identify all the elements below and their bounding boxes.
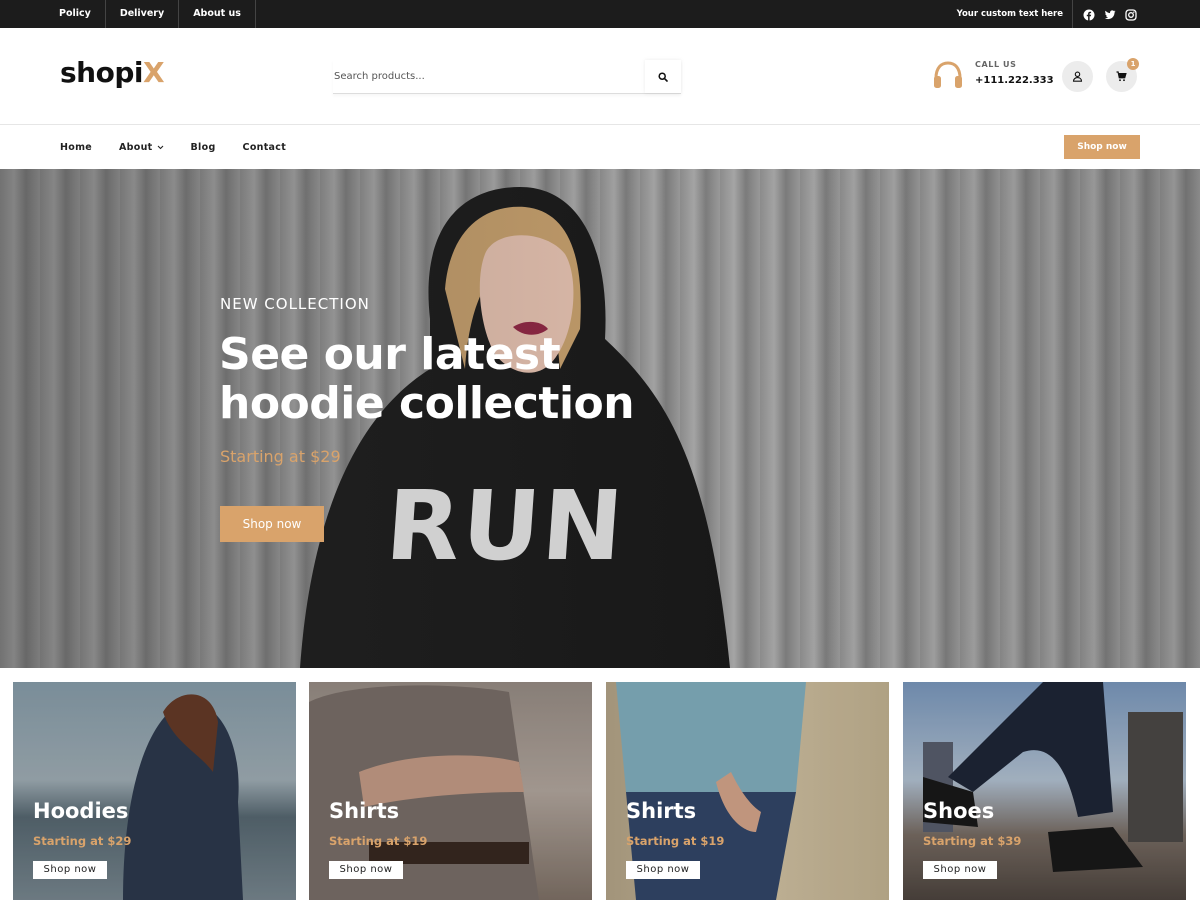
logo[interactable]: shopiX (60, 56, 165, 89)
phone-number[interactable]: +111.222.333 (975, 75, 1054, 86)
nav-item-label: Home (60, 142, 93, 153)
headphones-icon (934, 61, 962, 88)
category-card-shoes[interactable]: Shoes Starting at $39 Shop now (903, 682, 1186, 900)
category-card-shirts-2[interactable]: Shirts Starting at $19 Shop now (606, 682, 889, 900)
instagram-icon[interactable] (1125, 6, 1137, 21)
hero-banner: RUN NEW COLLECTION See our latest hoodie… (0, 169, 1200, 668)
hero-shop-now-button[interactable]: Shop now (220, 506, 324, 542)
hero-title: See our latest hoodie collection (219, 330, 739, 428)
logo-accent: X (142, 56, 165, 89)
call-label: CALL US (975, 60, 1017, 69)
nav-item-label: Blog (190, 142, 216, 153)
category-title: Shirts (626, 799, 697, 823)
cart-icon (1116, 71, 1127, 82)
call-us: CALL US +111.222.333 (932, 58, 1054, 92)
search-button[interactable] (645, 60, 681, 93)
category-price: Starting at $19 (329, 834, 428, 848)
category-shop-now-button[interactable]: Shop now (626, 861, 700, 879)
category-shop-now-button[interactable]: Shop now (329, 861, 403, 879)
top-link-delivery[interactable]: Delivery (106, 0, 180, 28)
nav-item-contact[interactable]: Contact (243, 142, 287, 153)
category-price: Starting at $19 (626, 834, 725, 848)
custom-text: Your custom text here (956, 9, 1063, 19)
main-nav: Home About Blog Contact Shop now (0, 126, 1200, 169)
category-shop-now-button[interactable]: Shop now (923, 861, 997, 879)
shirt-print: RUN (390, 474, 628, 574)
category-title: Hoodies (33, 799, 129, 823)
shirt-text: RUN (390, 474, 628, 574)
search-bar (333, 60, 681, 94)
hero-title-line-1: See our latest (219, 329, 561, 380)
hero-subtitle: NEW COLLECTION (220, 295, 370, 313)
user-icon (1072, 71, 1083, 82)
chevron-down-icon (157, 145, 163, 150)
twitter-icon[interactable] (1104, 6, 1116, 20)
nav-shop-now-button[interactable]: Shop now (1064, 135, 1140, 159)
divider (1072, 0, 1073, 28)
nav-item-blog[interactable]: Blog (191, 142, 216, 153)
category-shop-now-button[interactable]: Shop now (33, 861, 107, 879)
search-icon (658, 71, 668, 82)
top-links: Policy Delivery About us (45, 0, 256, 28)
category-title: Shirts (329, 799, 400, 823)
search-input[interactable] (333, 60, 645, 92)
category-title: Shoes (923, 799, 995, 823)
nav-item-label: About (119, 142, 153, 153)
nav-item-label: Contact (242, 142, 287, 153)
header: shopiX CALL US +111.222.333 1 (0, 28, 1200, 125)
top-bar: Policy Delivery About us Your custom tex… (0, 0, 1200, 28)
category-price: Starting at $29 (33, 834, 132, 848)
category-card-hoodies[interactable]: Hoodies Starting at $29 Shop now (13, 682, 296, 900)
category-cards: Hoodies Starting at $29 Shop now Shirts … (13, 682, 1187, 900)
category-card-shirts-1[interactable]: Shirts Starting at $19 Shop now (309, 682, 592, 900)
nav-item-home[interactable]: Home (60, 142, 92, 153)
top-link-policy[interactable]: Policy (45, 0, 106, 28)
logo-text: shopi (60, 56, 143, 89)
cart-count-badge: 1 (1127, 58, 1139, 70)
category-price: Starting at $39 (923, 834, 1022, 848)
hero-title-line-2: hoodie collection (219, 378, 635, 429)
hero-price: Starting at $29 (220, 447, 341, 466)
nav-item-about[interactable]: About (119, 142, 163, 153)
account-button[interactable] (1062, 61, 1093, 92)
social-links (1083, 6, 1137, 21)
nav-items: Home About Blog Contact (60, 126, 286, 169)
top-link-about-us[interactable]: About us (179, 0, 256, 28)
facebook-icon[interactable] (1083, 6, 1095, 21)
